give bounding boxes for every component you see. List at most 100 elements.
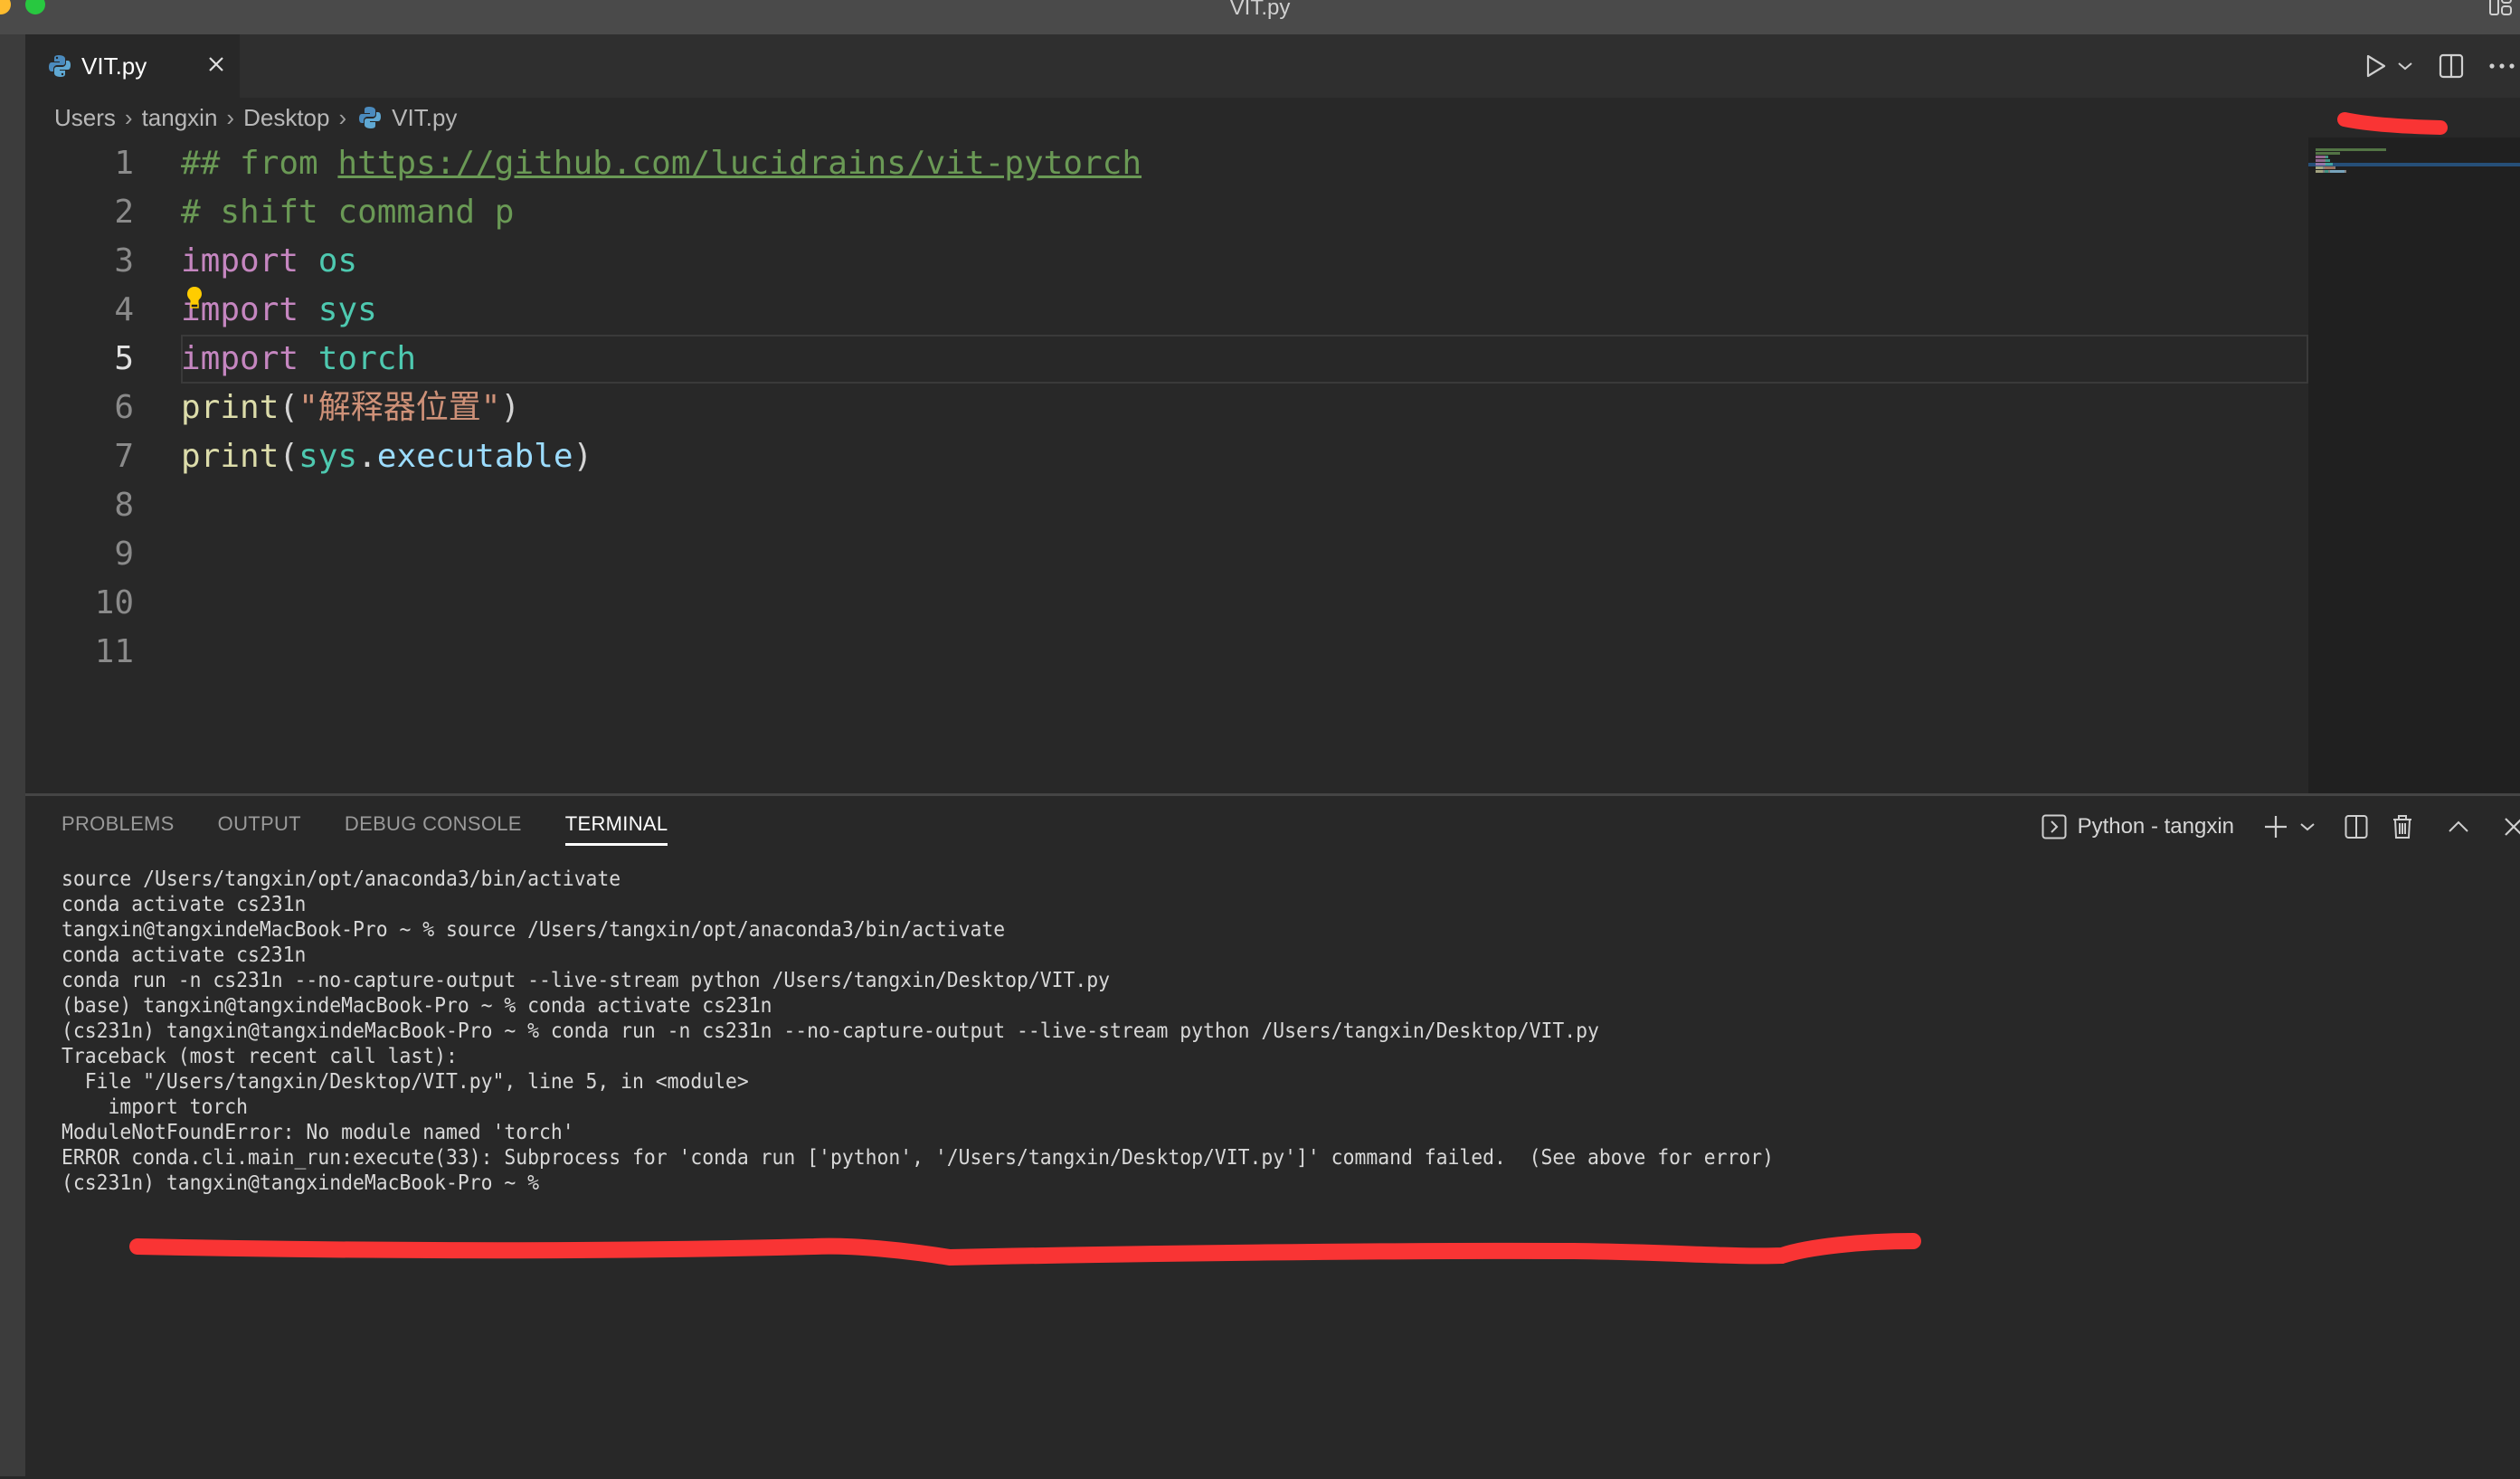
- minimap[interactable]: [2308, 137, 2520, 793]
- tab-problems[interactable]: PROBLEMS: [62, 812, 175, 846]
- chevron-right-icon: ›: [226, 103, 235, 131]
- code-text: import torch: [181, 335, 416, 384]
- minimap-token: [2326, 148, 2387, 151]
- minimap-current-line: [2308, 163, 2520, 166]
- minimap-token: [2330, 170, 2345, 173]
- tab-debug-console[interactable]: DEBUG CONSOLE: [345, 812, 522, 846]
- code-line[interactable]: 6 print("解释器位置"): [25, 384, 2308, 432]
- code-token: import: [181, 340, 299, 377]
- terminal-line: conda run -n cs231n --no-capture-output …: [62, 969, 1111, 992]
- terminal-line: (cs231n) tangxin@tangxindeMacBook-Pro ~ …: [62, 1171, 551, 1195]
- code-token: sys: [298, 438, 358, 475]
- code-token[interactable]: https://github.com/lucidrains/vit-pytorc…: [337, 145, 1142, 182]
- terminal-icon: [2042, 814, 2067, 839]
- code-token: print: [181, 438, 279, 475]
- code-line[interactable]: 3 import os: [25, 237, 2308, 286]
- split-icon[interactable]: [2345, 814, 2368, 839]
- chevron-down-icon[interactable]: [2397, 61, 2413, 71]
- window-title: VIT.py: [1229, 0, 1291, 20]
- line-number: 6: [114, 389, 134, 426]
- line-number: 8: [114, 487, 134, 524]
- code-line[interactable]: 5 import torch: [25, 335, 2308, 384]
- code-token: sys: [317, 291, 377, 328]
- code-line[interactable]: 9: [25, 530, 2308, 579]
- layout-icon[interactable]: [2489, 0, 2513, 16]
- line-number: 7: [114, 438, 134, 475]
- minimap-token: [2326, 156, 2329, 158]
- code-editor[interactable]: 1 ## from https://github.com/lucidrains/v…: [25, 137, 2308, 793]
- ellipsis-icon[interactable]: [2489, 62, 2515, 70]
- code-text: # shift command p: [181, 188, 514, 237]
- minimap-token: [2316, 156, 2325, 158]
- line-number: 4: [114, 291, 134, 328]
- breadcrumb-item-users[interactable]: Users: [54, 104, 116, 132]
- tab-terminal[interactable]: TERMINAL: [564, 812, 668, 846]
- code-token: import: [181, 242, 299, 280]
- code-token: (: [279, 389, 299, 426]
- tab-vit-py[interactable]: VIT.py: [25, 34, 240, 98]
- code-line[interactable]: 4 import sys: [25, 286, 2308, 335]
- code-token: torch: [317, 340, 417, 377]
- code-token: (: [279, 438, 299, 475]
- activity-bar: [0, 34, 25, 1476]
- terminal-line: ERROR conda.cli.main_run:execute(33): Su…: [62, 1146, 1775, 1170]
- breadcrumb-item-file[interactable]: VIT.py: [392, 104, 457, 132]
- code-token: print: [181, 389, 279, 426]
- breadcrumb-item-desktop[interactable]: Desktop: [243, 104, 329, 132]
- code-token: "解释器位置": [298, 389, 501, 426]
- line-number: 1: [114, 145, 134, 182]
- code-token: os: [317, 242, 358, 280]
- terminal-line: import torch: [62, 1095, 249, 1119]
- tab-output[interactable]: OUTPUT: [218, 812, 301, 846]
- terminal-selector[interactable]: Python - tangxin: [2078, 814, 2234, 839]
- tab-label: VIT.py: [81, 52, 147, 80]
- minimap-token: [2316, 166, 2323, 169]
- code-text: print(sys.executable): [181, 432, 592, 481]
- bottom-panel: PROBLEMS OUTPUT DEBUG CONSOLE TERMINAL Pyth…: [25, 793, 2520, 1479]
- minimap-token: [2316, 148, 2327, 151]
- code-line[interactable]: 8: [25, 481, 2308, 530]
- minimap-token: [2326, 163, 2334, 166]
- code-token: .: [357, 438, 377, 475]
- chevron-down-icon[interactable]: [2299, 821, 2316, 832]
- chevron-up-icon[interactable]: [2448, 820, 2469, 834]
- lightbulb-icon[interactable]: [186, 286, 203, 309]
- code-text: ## from https://github.com/lucidrains/vi…: [181, 139, 1142, 188]
- terminal-output[interactable]: source /Users/tangxin/opt/anaconda3/bin/…: [62, 867, 1774, 1196]
- close-icon[interactable]: [203, 51, 230, 78]
- close-icon[interactable]: [2504, 817, 2520, 837]
- line-number: 5: [114, 340, 134, 377]
- editor-actions: [2364, 34, 2520, 98]
- code-token: ): [573, 438, 593, 475]
- title-bar: VIT.py: [0, 0, 2520, 34]
- code-line[interactable]: 1 ## from https://github.com/lucidrains/v…: [25, 139, 2308, 188]
- terminal-line: tangxin@tangxindeMacBook-Pro ~ % source …: [62, 918, 1006, 942]
- plus-icon[interactable]: [2263, 814, 2288, 839]
- play-icon[interactable]: [2364, 52, 2388, 80]
- code-line[interactable]: 10: [25, 579, 2308, 628]
- terminal-line: source /Users/tangxin/opt/anaconda3/bin/…: [62, 867, 621, 891]
- line-number: 10: [94, 584, 134, 621]
- terminal-line: (cs231n) tangxin@tangxindeMacBook-Pro ~ …: [62, 1019, 1599, 1043]
- terminal-line: conda activate cs231n: [62, 943, 307, 967]
- code-text: import sys: [181, 286, 377, 335]
- code-line[interactable]: 11: [25, 628, 2308, 677]
- minimap-token: [2334, 166, 2336, 169]
- minimap-token: [2326, 159, 2330, 162]
- breadcrumb: Users › tangxin › Desktop › VIT.py: [54, 98, 457, 137]
- trash-icon[interactable]: [2392, 814, 2413, 839]
- panel-tabs: PROBLEMS OUTPUT DEBUG CONSOLE TERMINAL: [62, 812, 668, 846]
- split-editor-icon[interactable]: [2439, 53, 2464, 79]
- terminal-line: File "/Users/tangxin/Desktop/VIT.py", li…: [62, 1070, 749, 1094]
- code-line[interactable]: 7 print(sys.executable): [25, 432, 2308, 481]
- annotation-stroke-top: [2337, 112, 2448, 135]
- annotation-stroke-bottom: [129, 1233, 1921, 1266]
- breadcrumb-item-tangxin[interactable]: tangxin: [142, 104, 218, 132]
- code-token: ): [500, 389, 521, 426]
- chevron-right-icon: ›: [338, 103, 347, 131]
- python-icon: [359, 106, 382, 129]
- code-line[interactable]: 2 # shift command p: [25, 188, 2308, 237]
- code-token: executable: [376, 438, 573, 475]
